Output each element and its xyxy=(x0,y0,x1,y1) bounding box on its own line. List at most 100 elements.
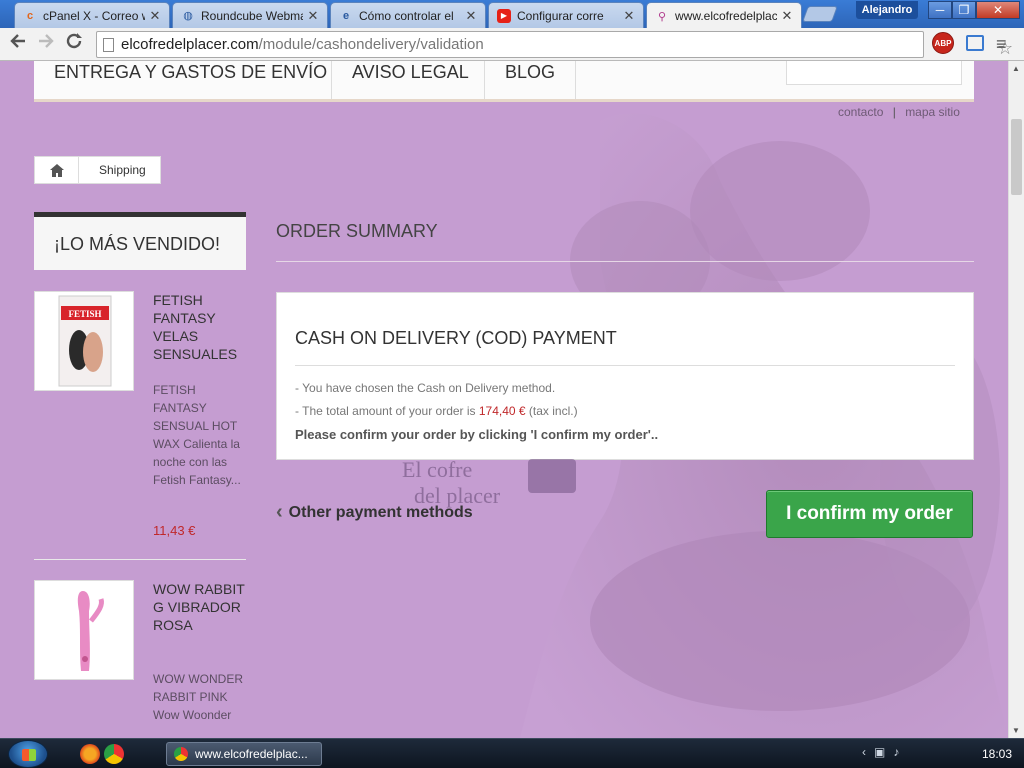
tab-title: Cómo controlar el xyxy=(359,8,454,23)
windows-logo-icon xyxy=(22,749,36,761)
nav-label: BLOG xyxy=(505,62,556,82)
nav-label: AVISO LEGAL xyxy=(352,62,469,82)
taskbar-window-title: www.elcofredelplac... xyxy=(195,747,308,761)
product-thumbnail[interactable]: FETISH xyxy=(34,291,134,391)
product-description: WOW WONDER RABBIT PINK Wow Woonder xyxy=(153,672,243,722)
product-image-label: FETISH xyxy=(68,309,101,319)
start-button[interactable] xyxy=(8,740,48,768)
ie-icon: e xyxy=(342,9,350,22)
tab-cpanel[interactable]: c cPanel X - Correo w ✕ xyxy=(14,2,170,28)
chevron-left-icon: ‹ xyxy=(276,501,283,523)
bestsellers-title: ¡LO MÁS VENDIDO! xyxy=(34,212,246,270)
product-thumbnail[interactable] xyxy=(34,580,134,680)
nav-item-shipping[interactable]: ENTREGA Y GASTOS DE ENVÍO xyxy=(54,61,332,99)
chrome-menu-icon[interactable]: ≡ xyxy=(996,34,1014,54)
taskbar-window-chrome[interactable]: www.elcofredelplac... xyxy=(166,742,322,766)
confirm-instruction: Please confirm your order by clicking 'I… xyxy=(295,427,659,442)
roundcube-icon: ◍ xyxy=(183,10,193,22)
back-button[interactable] xyxy=(6,32,30,56)
product-name[interactable]: FETISH FANTASY VELAS SENSUALES xyxy=(153,291,248,363)
cod-payment-box: CASH ON DELIVERY (COD) PAYMENT - You hav… xyxy=(276,292,974,460)
cpanel-icon: c xyxy=(26,9,34,22)
top-links: contacto | mapa sitio xyxy=(838,105,960,119)
close-icon[interactable]: ✕ xyxy=(781,8,793,24)
tab-elcofredelplacer[interactable]: ⚲ www.elcofredelplac ✕ xyxy=(646,2,802,29)
reload-button[interactable] xyxy=(62,32,86,56)
breadcrumb-home[interactable] xyxy=(35,157,79,183)
url-host: elcofredelplacer.com xyxy=(121,36,259,53)
close-icon[interactable]: ✕ xyxy=(307,8,319,24)
arrow-left-icon xyxy=(10,34,25,48)
tab-title: Roundcube Webma xyxy=(201,8,303,23)
tab-roundcube[interactable]: ◍ Roundcube Webma ✕ xyxy=(172,2,328,28)
tab-title: Configurar corre xyxy=(517,8,604,23)
browser-tab-strip: c cPanel X - Correo w ✕ ◍ Roundcube Webm… xyxy=(0,0,1024,29)
logo-text-line1: El cofre xyxy=(402,457,472,482)
vertical-scrollbar[interactable]: ▲ ▼ xyxy=(1008,61,1024,738)
order-total-amount: 174,40 € xyxy=(478,404,526,418)
chrome-icon[interactable] xyxy=(104,744,124,764)
product-name[interactable]: WOW RABBIT G VIBRADOR ROSA xyxy=(153,580,248,634)
page-icon xyxy=(103,38,114,52)
close-icon[interactable]: ✕ xyxy=(149,8,161,24)
arrow-right-icon xyxy=(39,34,54,48)
scroll-thumb[interactable] xyxy=(1011,119,1022,195)
nav-item-legal[interactable]: AVISO LEGAL xyxy=(332,61,485,99)
site-icon: ⚲ xyxy=(657,10,667,23)
product-description: FETISH FANTASY SENSUAL HOT WAX Calienta … xyxy=(153,383,241,487)
page-title: ORDER SUMMARY xyxy=(276,221,974,262)
restore-button[interactable]: ❐ xyxy=(952,1,976,19)
contact-link[interactable]: contacto xyxy=(838,105,883,119)
divider xyxy=(34,559,246,560)
breadcrumb: Shipping xyxy=(34,156,161,184)
windows-taskbar: www.elcofredelplac... ‹ ▣ ♪ 18:03 xyxy=(0,738,1024,768)
forward-button[interactable] xyxy=(34,32,58,56)
network-icon[interactable]: ▣ xyxy=(874,745,885,759)
tab-title: www.elcofredelplac xyxy=(675,9,777,23)
total-suffix: (tax incl.) xyxy=(525,404,578,418)
extension-icon[interactable] xyxy=(966,35,984,51)
tray-expand-icon[interactable]: ‹ xyxy=(862,745,866,759)
confirm-order-button[interactable]: I confirm my order xyxy=(766,490,973,538)
tab-title: cPanel X - Correo w xyxy=(43,8,145,23)
search-input[interactable] xyxy=(786,61,962,85)
close-icon[interactable]: ✕ xyxy=(623,8,635,24)
breadcrumb-current: Shipping xyxy=(99,163,146,177)
product-price: 11,43 € xyxy=(153,523,196,538)
tab-como-controlar[interactable]: e Cómo controlar el ✕ xyxy=(330,2,486,28)
home-icon xyxy=(49,163,64,177)
other-payment-methods-link[interactable]: ‹ Other payment methods xyxy=(276,501,473,524)
link-separator: | xyxy=(892,105,896,119)
cod-method-text: - You have chosen the Cash on Delivery m… xyxy=(295,381,556,395)
product-image xyxy=(77,591,104,671)
main-navigation: ENTREGA Y GASTOS DE ENVÍO AVISO LEGAL BL… xyxy=(34,61,974,102)
cod-box-title: CASH ON DELIVERY (COD) PAYMENT xyxy=(295,328,955,366)
nav-label: ENTREGA Y GASTOS DE ENVÍO xyxy=(54,62,328,82)
new-tab-button[interactable] xyxy=(802,6,838,22)
cod-total-text: - The total amount of your order is 174,… xyxy=(295,404,578,418)
close-icon[interactable]: ✕ xyxy=(465,8,477,24)
close-window-button[interactable]: ✕ xyxy=(976,1,1020,19)
product-image: FETISH xyxy=(58,295,112,387)
system-tray: ‹ ▣ ♪ xyxy=(862,745,899,759)
sitemap-link[interactable]: mapa sitio xyxy=(905,105,960,119)
profile-user-badge[interactable]: Alejandro xyxy=(856,1,918,19)
browser-toolbar: elcofredelplacer.com/module/cashondelive… xyxy=(0,28,1024,61)
scroll-down-arrow-icon[interactable]: ▼ xyxy=(1012,726,1020,735)
back-link-label: Other payment methods xyxy=(288,503,473,521)
total-prefix: - The total amount of your order is xyxy=(295,404,479,418)
reload-icon xyxy=(66,33,82,49)
address-bar[interactable]: elcofredelplacer.com/module/cashondelive… xyxy=(96,31,1013,58)
volume-icon[interactable]: ♪ xyxy=(893,745,899,759)
youtube-icon: ▶ xyxy=(497,8,511,23)
url-path: /module/cashondelivery/validation xyxy=(258,36,484,53)
tab-configurar[interactable]: ▶ Configurar corre ✕ xyxy=(488,2,644,28)
scroll-up-arrow-icon[interactable]: ▲ xyxy=(1012,64,1020,73)
nav-item-blog[interactable]: BLOG xyxy=(485,61,576,99)
firefox-icon[interactable] xyxy=(80,744,100,764)
minimize-button[interactable]: ─ xyxy=(928,1,952,19)
taskbar-clock[interactable]: 18:03 xyxy=(982,747,1012,761)
chrome-icon xyxy=(174,747,188,761)
adblock-plus-icon[interactable]: ABP xyxy=(932,32,954,54)
page-viewport: ENTREGA Y GASTOS DE ENVÍO AVISO LEGAL BL… xyxy=(0,61,1008,738)
